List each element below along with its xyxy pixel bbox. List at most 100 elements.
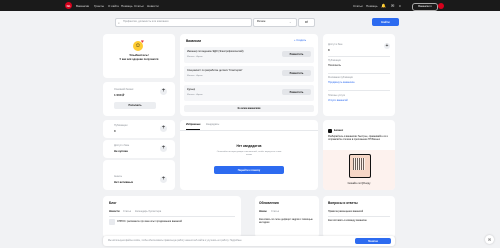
profile-card: ☺ ♥ Улыбнитесь! У вас всё здорово получа… (103, 34, 175, 78)
widget-add-button[interactable]: + (160, 176, 167, 183)
cookie-text: Мы используем файлы cookie, чтобы обеспе… (108, 239, 242, 242)
widget-add-button[interactable]: + (160, 145, 167, 152)
filters-button[interactable]: ⇄ (298, 18, 315, 27)
vacancy-meta: Москва · Архив (187, 56, 203, 58)
balance-add-button[interactable]: + (160, 88, 167, 95)
service-value[interactable]: Пополнить (328, 64, 341, 68)
balance-label: Основной баланс (114, 88, 134, 91)
support-chat-button[interactable]: ✉ (485, 235, 494, 244)
service-value[interactable]: Услуги вакансий (328, 99, 348, 103)
divider (328, 73, 390, 74)
updates-tab-articles[interactable]: Статьи (271, 210, 279, 214)
empty-title: Нет кандидатов (236, 144, 262, 148)
blog-tab-news[interactable]: Новости (109, 210, 119, 214)
top-up-button[interactable]: Пополнить (114, 102, 156, 109)
publish-button[interactable]: Разместить (282, 51, 311, 57)
faq-item[interactable]: Правила размещения вакансий (328, 210, 363, 213)
avatar[interactable] (438, 2, 444, 9)
nav-item-vacancies[interactable]: Вакансии (76, 4, 89, 8)
widget-value: 0 (114, 129, 116, 133)
nav-item-grants[interactable]: Гранты (94, 4, 104, 8)
divider (328, 56, 390, 57)
service-value: 0 (328, 48, 330, 52)
region-label: Регион (257, 20, 266, 24)
promo-brand: Бизнес (334, 128, 344, 132)
widget-label: Анкеты (114, 175, 123, 178)
cookie-banner: Мы используем файлы cookie, чтобы обеспе… (103, 236, 395, 246)
vacancies-card: Вакансии + Создать Инженер по ведению ЭД… (180, 34, 318, 116)
service-label: Публикации (328, 60, 341, 62)
widget-label: Публикации (114, 124, 128, 127)
search-input[interactable]: ⌕ Профессия, должность или компания (115, 18, 252, 27)
nav-right-articles[interactable]: Статьи (353, 4, 363, 8)
candidates-card: Избранные Кандидаты Нет кандидатов Отмеч… (180, 120, 318, 190)
nav-item-news[interactable]: Новости (147, 4, 159, 8)
vacancy-meta: Москва · Архив (187, 75, 203, 77)
divider (328, 90, 390, 91)
promo-text: Разбирайтесь в вакансиях быстрее, сравни… (328, 135, 389, 142)
chat-icon[interactable]: ✉ (391, 3, 394, 8)
nav-item-help[interactable]: Помощь (121, 4, 133, 8)
profile-subtitle: У вас всё здорово получается (119, 58, 159, 61)
updates-card: Обновления Новое Статьи Как искать по се… (255, 196, 319, 238)
vacancy-meta: Москва · Архив (187, 94, 203, 96)
empty-text: Отмечайте интересующие соискателей, чтоб… (216, 151, 282, 156)
widget-value: Нет активных (114, 180, 134, 184)
brand-logo (328, 129, 332, 133)
vacancy-item[interactable]: Инженер по ведению ЭДО (Электрофизически… (184, 47, 314, 63)
updates-tab-new[interactable]: Новое (259, 210, 267, 214)
heart-icon: ♥ (141, 39, 144, 45)
search-icon: ⌕ (118, 20, 120, 25)
cookie-accept-button[interactable]: Понятно (355, 238, 391, 244)
blog-thumbnail (109, 219, 115, 225)
publish-button[interactable]: Разместить (282, 89, 311, 95)
widget-value: Не куплен (114, 149, 128, 153)
tab-candidates[interactable]: Кандидаты (206, 123, 219, 127)
vacancy-item[interactable]: Курьер Москва · Архив Разместить (184, 85, 314, 101)
qr-code-icon (353, 158, 365, 170)
tab-favorites[interactable]: Избранные (186, 123, 201, 127)
balance-card: Основной баланс 1 000 ₽ + Пополнить (103, 82, 175, 116)
widget-add-button[interactable]: + (160, 125, 167, 132)
vacancy-title: Курьер (187, 88, 196, 91)
find-button[interactable]: Найти (372, 18, 399, 26)
nav-item-about[interactable]: О сайте (108, 4, 119, 8)
widget-questionnaires: Анкеты Нет активных + (103, 160, 175, 190)
user-menu-button[interactable]: Вакансии ▾ (412, 2, 438, 11)
all-vacancies-button[interactable]: Ко всем вакансиям (184, 105, 314, 112)
blog-tab-articles[interactable]: Статьи (123, 210, 131, 214)
divider (109, 215, 235, 216)
updates-item[interactable]: Как искать по сетке дефицит кадров с пом… (259, 218, 315, 224)
notification-counter: 0 (399, 3, 401, 8)
widget-db-access: Доступ к базе Не куплен + (103, 140, 175, 158)
service-label: Рекламная публикация (328, 77, 353, 79)
widget-publications: Публикации 0 + (103, 120, 175, 138)
logo[interactable]: hh (65, 2, 72, 9)
bell-icon[interactable]: 🔔 (381, 3, 386, 8)
blog-title: Блог (109, 201, 117, 205)
blog-item[interactable]: ОПРОС: расскажите про ваш опыт продвижен… (117, 220, 182, 223)
nav-item-articles[interactable]: Статьи (134, 4, 144, 8)
service-label: Доступ к базе (328, 44, 343, 46)
promo-card: Бизнес Разбирайтесь в вакансиях быстрее,… (323, 120, 395, 190)
create-vacancy-link[interactable]: + Создать (294, 39, 306, 43)
faq-item[interactable]: Как поставить в команду вакансию (328, 219, 367, 222)
region-select[interactable]: Регион ⌄ (253, 18, 297, 27)
vacancy-title: Инженер по ведению ЭДО (Электрофизически… (187, 50, 244, 53)
service-add-button[interactable]: + (384, 43, 390, 49)
promo-caption: Скачайте по QR-коду (347, 183, 371, 185)
go-to-search-button[interactable]: Перейти к поиску (214, 166, 284, 174)
vacancy-item[interactable]: Специалист по разработке детских "Класте… (184, 66, 314, 82)
profile-title: Улыбнитесь! (129, 53, 149, 57)
nav-right-help[interactable]: Помощь (366, 4, 378, 8)
publish-button[interactable]: Разместить (282, 70, 311, 76)
widget-label: Доступ к базе (114, 144, 130, 147)
blog-tab-calendar[interactable]: Календарь бухгалтера (135, 210, 161, 214)
service-value[interactable]: Продвинуть вакансию (328, 81, 355, 85)
blog-card: Блог Новости Статьи Календарь бухгалтера… (103, 196, 241, 238)
vacancies-title: Вакансии (186, 39, 202, 43)
updates-title: Обновления (259, 201, 279, 205)
services-card: Доступ к базе 0 + Публикации Пополнить Р… (323, 34, 395, 116)
balance-value: 1 000 ₽ (114, 93, 125, 97)
faq-title: Вопросы и ответы (328, 201, 358, 205)
